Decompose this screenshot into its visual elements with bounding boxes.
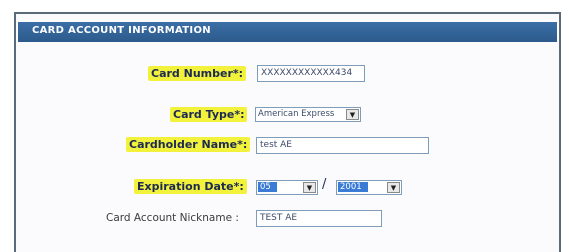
cardholder-name-label: Cardholder Name*:	[126, 137, 251, 152]
chevron-down-icon[interactable]: ▼	[346, 109, 359, 120]
nickname-field[interactable]: TEST AE	[256, 210, 382, 227]
expiration-month-select[interactable]: 05 ▼	[256, 180, 318, 195]
expiration-year-value: 2001	[338, 182, 368, 192]
section-header: CARD ACCOUNT INFORMATION	[18, 22, 557, 42]
chevron-down-icon[interactable]: ▼	[303, 182, 316, 193]
date-separator: /	[322, 177, 327, 192]
expiration-date-label: Expiration Date*:	[134, 179, 247, 194]
nickname-label: Card Account Nickname :	[106, 212, 239, 224]
card-type-select[interactable]: American Express ▼	[255, 107, 361, 122]
expiration-month-value: 05	[258, 182, 277, 192]
card-number-label: Card Number*:	[148, 66, 247, 81]
card-number-field[interactable]: XXXXXXXXXXXX434	[257, 65, 365, 82]
expiration-year-select[interactable]: 2001 ▼	[336, 180, 402, 195]
chevron-down-icon[interactable]: ▼	[387, 182, 400, 193]
card-type-value: American Express	[258, 109, 335, 119]
section-title: CARD ACCOUNT INFORMATION	[32, 25, 211, 36]
card-type-label: Card Type*:	[170, 107, 248, 122]
cardholder-name-field[interactable]: test AE	[256, 137, 429, 154]
